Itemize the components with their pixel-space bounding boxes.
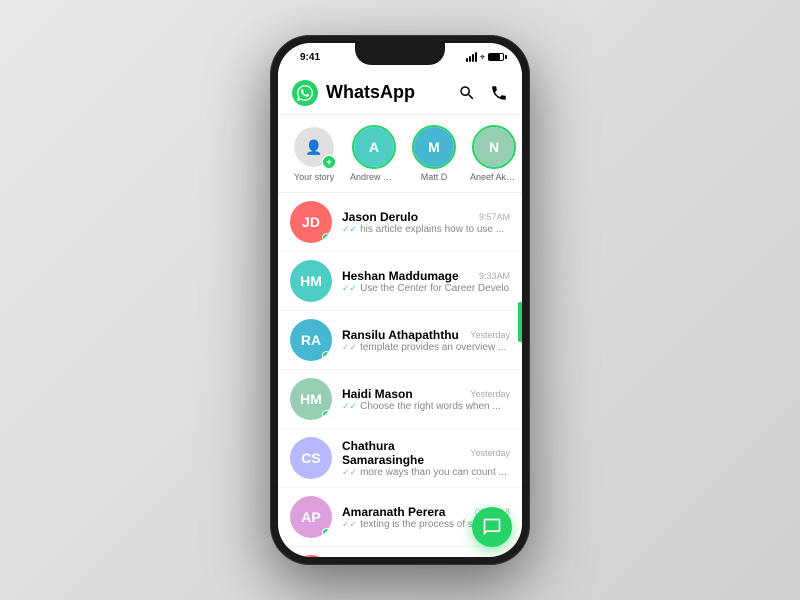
status-icons: ⌖ [466,52,504,63]
chat-avatar: HM [290,260,332,302]
chat-time: 9:57AM [479,212,510,222]
search-icon[interactable] [458,84,476,102]
read-receipt-icon: ✓✓ [342,401,357,412]
story-aneef[interactable]: N Aneef Akbar [470,125,518,182]
story-label: Andrew Eu... [350,172,398,182]
chat-name: Amaranath Perera [342,505,445,519]
story-label: Aneef Akbar [470,172,518,182]
chat-item-chathura[interactable]: CS Chathura Samarasinghe Yesterday ✓✓ mo… [278,429,522,488]
story-andrew[interactable]: A Andrew Eu... [350,125,398,182]
story-matt[interactable]: M Matt D [410,125,458,182]
read-receipt-icon: ✓✓ [342,342,357,353]
online-indicator [322,410,331,419]
chat-preview: ✓✓ Choose the right words when ... [342,401,510,412]
chat-time: Yesterday [470,330,510,340]
phone-notch [355,43,445,65]
online-indicator [322,528,331,537]
chat-preview: ✓✓ his article explains how to use ... [342,224,510,235]
scroll-indicator [518,302,522,342]
read-receipt-icon: ✓✓ [342,224,357,235]
online-indicator [322,233,331,242]
chat-item-heshan[interactable]: HM Heshan Maddumage 9:33AM ✓✓ Use the Ce… [278,252,522,311]
chat-avatar: CS [290,437,332,479]
chat-name: Chathura Samarasinghe [342,439,470,467]
story-add-icon: + [322,155,336,169]
chat-info: Haidi Mason Yesterday ✓✓ Choose the righ… [342,387,510,412]
signal-icon [466,52,477,62]
phone-frame: 9:41 ⌖ WhatsApp [270,35,530,565]
online-indicator [322,351,331,360]
header-actions [458,84,508,102]
story-label: Matt D [421,172,448,182]
wifi-icon: ⌖ [480,52,485,63]
chat-item-jason[interactable]: JD Jason Derulo 9:57AM ✓✓ his article ex… [278,193,522,252]
chat-preview: ✓✓ Use the Center for Career Develo ... [342,283,510,294]
chat-info: Chathura Samarasinghe Yesterday ✓✓ more … [342,439,510,478]
chat-info: Ransilu Athapaththu Yesterday ✓✓ templat… [342,328,510,353]
story-your[interactable]: 👤 + Your story [290,125,338,182]
call-icon[interactable] [490,84,508,102]
chat-name: Jason Derulo [342,210,418,224]
chat-item-chinthy[interactable]: CR Chinthy Ryan 31/08/18 ✓✓ your audienc… [278,547,522,557]
chat-name: Ransilu Athapaththu [342,328,459,342]
app-logo [292,80,318,106]
whatsapp-logo-icon [297,85,313,101]
app-title: WhatsApp [326,82,458,103]
chat-preview: ✓✓ more ways than you can count ... [342,467,510,478]
app-header: WhatsApp [278,71,522,115]
chat-time: Yesterday [470,389,510,399]
story-label: Your story [294,172,334,182]
chat-info: Heshan Maddumage 9:33AM ✓✓ Use the Cente… [342,269,510,294]
chat-info: Jason Derulo 9:57AM ✓✓ his article expla… [342,210,510,235]
compose-button[interactable] [472,507,512,547]
chat-name: Haidi Mason [342,387,413,401]
stories-row: 👤 + Your story A Andrew Eu... M [278,115,522,193]
read-receipt-icon: ✓✓ [342,283,357,294]
status-time: 9:41 [300,52,320,63]
chat-avatar: HM [290,378,332,420]
chat-preview: ✓✓ template provides an overview ... [342,342,510,353]
chat-list: JD Jason Derulo 9:57AM ✓✓ his article ex… [278,193,522,557]
read-receipt-icon: ✓✓ [342,467,357,478]
read-receipt-icon: ✓✓ [342,519,357,530]
compose-icon [482,517,502,537]
chat-avatar: RA [290,319,332,361]
chat-item-haidi[interactable]: HM Haidi Mason Yesterday ✓✓ Choose the r… [278,370,522,429]
chat-avatar: AP [290,496,332,538]
chat-item-ransilu[interactable]: RA Ransilu Athapaththu Yesterday ✓✓ temp… [278,311,522,370]
phone-screen: 9:41 ⌖ WhatsApp [278,43,522,557]
chat-avatar: JD [290,201,332,243]
chat-avatar: CR [290,555,332,557]
chat-name: Heshan Maddumage [342,269,459,283]
chat-time: 9:33AM [479,271,510,281]
battery-icon [488,53,504,61]
chat-time: Yesterday [470,448,510,458]
